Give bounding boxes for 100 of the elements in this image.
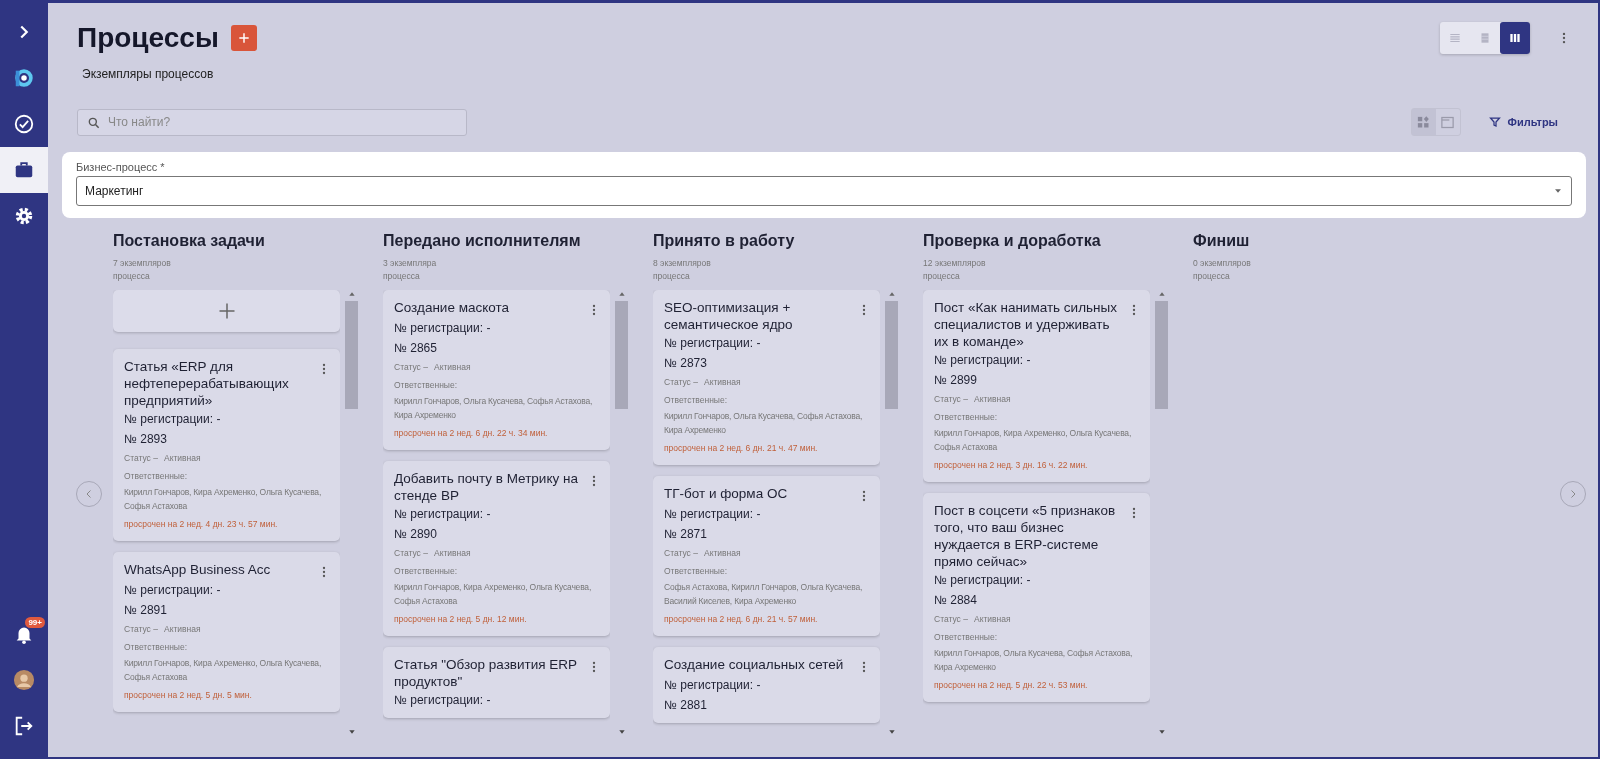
sidebar-item[interactable]: 99+ [0,611,48,657]
process-number: № 2881 [664,697,708,714]
registration-number: № регистрации: - [934,352,1032,369]
scrollbar-thumb[interactable] [885,301,898,409]
column-title: Принято в работу [653,232,796,250]
process-card[interactable]: Создание социальных сетей № регистрации: - № 2881 [653,647,880,723]
column-count: 0 экземпляров процесса [1193,257,1252,283]
responsible-label: Ответственные: [664,565,729,578]
card-title: ТГ-бот и форма ОС [664,485,789,502]
status-value: Активная [973,613,1011,626]
avatar-icon [13,669,35,691]
scroll-up-icon[interactable] [887,290,896,298]
scroll-up-icon[interactable] [347,290,356,298]
search-field[interactable]: Что найти? [77,108,467,136]
responsible-names: Кирилл Гончаров, Ольга Кусачева, Софья Астахова, Кира Ахременко [394,395,594,422]
card-title: SEO-оптимизация + семантическое ядро [664,299,794,333]
responsible-label: Ответственные: [394,379,459,392]
list-view-icon [1448,31,1462,45]
sidebar-item[interactable] [0,147,48,193]
overdue-text: просрочен на 2 нед. 6 дн. 21 ч. 57 мин. [664,613,819,626]
panel-icon [1440,114,1456,130]
status-value: Активная [703,547,741,560]
page-title: Процессы [77,22,219,54]
scroll-up-icon[interactable] [617,290,626,298]
registration-number: № регистрации: - [664,506,762,523]
responsible-label: Ответственные: [124,470,189,483]
card-title: Статья «ERP для нефтеперерабатывающих предприятий» [124,358,290,409]
scrollbar-thumb[interactable] [345,301,358,409]
registration-number: № регистрации: - [124,411,222,428]
logout-icon [13,715,35,737]
process-card[interactable] [923,290,1150,482]
status-value: Активная [433,361,471,374]
registration-number: № регистрации: - [394,692,492,709]
status-label: Статус – [934,393,968,406]
registration-number: № регистрации: - [394,506,492,523]
column-title: Постановка задачи [113,232,266,250]
scroll-down-icon[interactable] [1157,728,1166,736]
column-count: 3 экземпляра процесса [383,257,438,283]
card-title: WhatsApp Business Acc [124,561,272,578]
board-view-icon [1508,31,1522,45]
overdue-text: просрочен на 2 нед. 5 дн. 12 мин. [394,613,528,626]
gear-icon [13,205,35,227]
responsible-label: Ответственные: [934,411,999,424]
card-title: Добавить почту в Метрику на стенде ВР [394,470,579,504]
view-mode-button[interactable] [1500,22,1530,54]
process-number: № 2871 [664,526,708,543]
process-number: № 2891 [124,602,168,619]
column-count: 7 экземпляров процесса [113,257,172,283]
responsible-names: Кирилл Гончаров, Ольга Кусачева, Софья Астахова, Кира Ахременко [934,647,1134,674]
process-card[interactable]: Статья "Обзор развития ERP продуктов" № регистрации: - [383,647,610,718]
add-button[interactable] [230,25,257,51]
status-label: Статус – [124,623,158,636]
status-label: Статус – [664,547,698,560]
status-label: Статус – [394,547,428,560]
process-number: № 2884 [934,592,978,609]
filters-button[interactable]: Фильтры [1480,110,1566,134]
scroll-down-icon[interactable] [347,728,356,736]
scroll-up-icon[interactable] [1157,290,1166,298]
scroll-down-icon[interactable] [617,728,626,736]
responsible-names: Кирилл Гончаров, Ольга Кусачева, Софья Астахова, Кира Ахременко [664,410,864,437]
column-title: Финиш [1193,232,1251,250]
business-process-select[interactable]: Маркетинг [76,176,1572,206]
status-label: Статус – [124,452,158,465]
logo-icon [13,67,35,89]
process-number: № 2890 [394,526,438,543]
process-number: № 2865 [394,340,438,357]
process-number: № 2893 [124,431,168,448]
column-count: 8 экземпляров процесса [653,257,712,283]
status-value: Активная [703,376,741,389]
process-card[interactable]: ТГ-бот и форма ОС № регистрации: - № 2871 Статус – Активная Ответственные: Софья Астахова, Кирилл Гончаров, Ольга Кусачева, Василий Киселев, Кира Ахременко просрочен на 2 нед. 6 дн. 21 ч. 57 мин. [653,476,880,636]
plus-icon [236,31,251,45]
registration-number: № регистрации: - [934,572,1032,589]
column-title: Передано исполнителям [383,232,582,250]
overdue-text: просрочен на 2 нед. 6 дн. 21 ч. 47 мин. [664,442,819,455]
field-label: Бизнес-процесс * [76,161,166,173]
status-value: Активная [433,547,471,560]
process-card[interactable] [923,493,1150,702]
process-card[interactable]: SEO-оптимизация + семантическое ядро № регистрации: - № 2873 Статус – Активная Ответственные: Кирилл Гончаров, Ольга Кусачева, Софья Астахова, Кира Ахременко просрочен на 2 нед. 6 дн. 21 ч. 47 мин. [653,290,880,465]
responsible-names: Кирилл Гончаров, Кира Ахременко, Ольга Кусачева, Софья Астахова [394,581,593,608]
scrollbar-thumb[interactable] [1155,301,1168,409]
status-label: Статус – [934,613,968,626]
check-circle-icon [13,113,35,135]
card-title: Пост в соцсети «5 признаков того, что ваш бизнес нуждается в ERP-системе прямо сейчас» [934,502,1117,570]
responsible-label: Ответственные: [664,394,729,407]
tiles-icon [1416,114,1432,130]
funnel-icon [1488,116,1501,128]
scrollbar-thumb[interactable] [615,301,628,409]
responsible-label: Ответственные: [394,565,459,578]
scroll-down-icon[interactable] [887,728,896,736]
process-card[interactable]: WhatsApp Business Acc № регистрации: - № 2891 Статус – Активная Ответственные: Кирилл Гончаров, Кира Ахременко, Ольга Кусачева, Софья Астахова просрочен на 2 нед. 5 дн. 5 мин. [113,552,340,712]
overdue-text: просрочен на 2 нед. 6 дн. 22 ч. 34 мин. [394,427,549,440]
overdue-text: просрочен на 2 нед. 3 дн. 16 ч. 22 мин. [934,459,1089,472]
process-card[interactable] [113,349,340,541]
process-card[interactable]: Создание маскота № регистрации: - № 2865 Статус – Активная Ответственные: Кирилл Гончаров, Ольга Кусачева, Софья Астахова, Кира Ахременко просрочен на 2 нед. 6 дн. 22 ч. 34 мин. [383,290,610,450]
card-title: Пост «Как нанимать сильных специалистов и удерживать их в команде» [934,299,1118,350]
status-label: Статус – [394,361,428,374]
responsible-names: Софья Астахова, Кирилл Гончаров, Ольга Кусачева, Василий Киселев, Кира Ахременко [664,581,864,608]
status-value: Активная [973,393,1011,406]
process-card[interactable]: Добавить почту в Метрику на стенде ВР № регистрации: - № 2890 Статус – Активная Ответственные: Кирилл Гончаров, Кира Ахременко, Ольга Кусачева, Софья Астахова просрочен на 2 нед. 5 дн. 12 мин. [383,461,610,636]
responsible-names: Кирилл Гончаров, Кира Ахременко, Ольга Кусачева, Софья Астахова [124,486,323,513]
